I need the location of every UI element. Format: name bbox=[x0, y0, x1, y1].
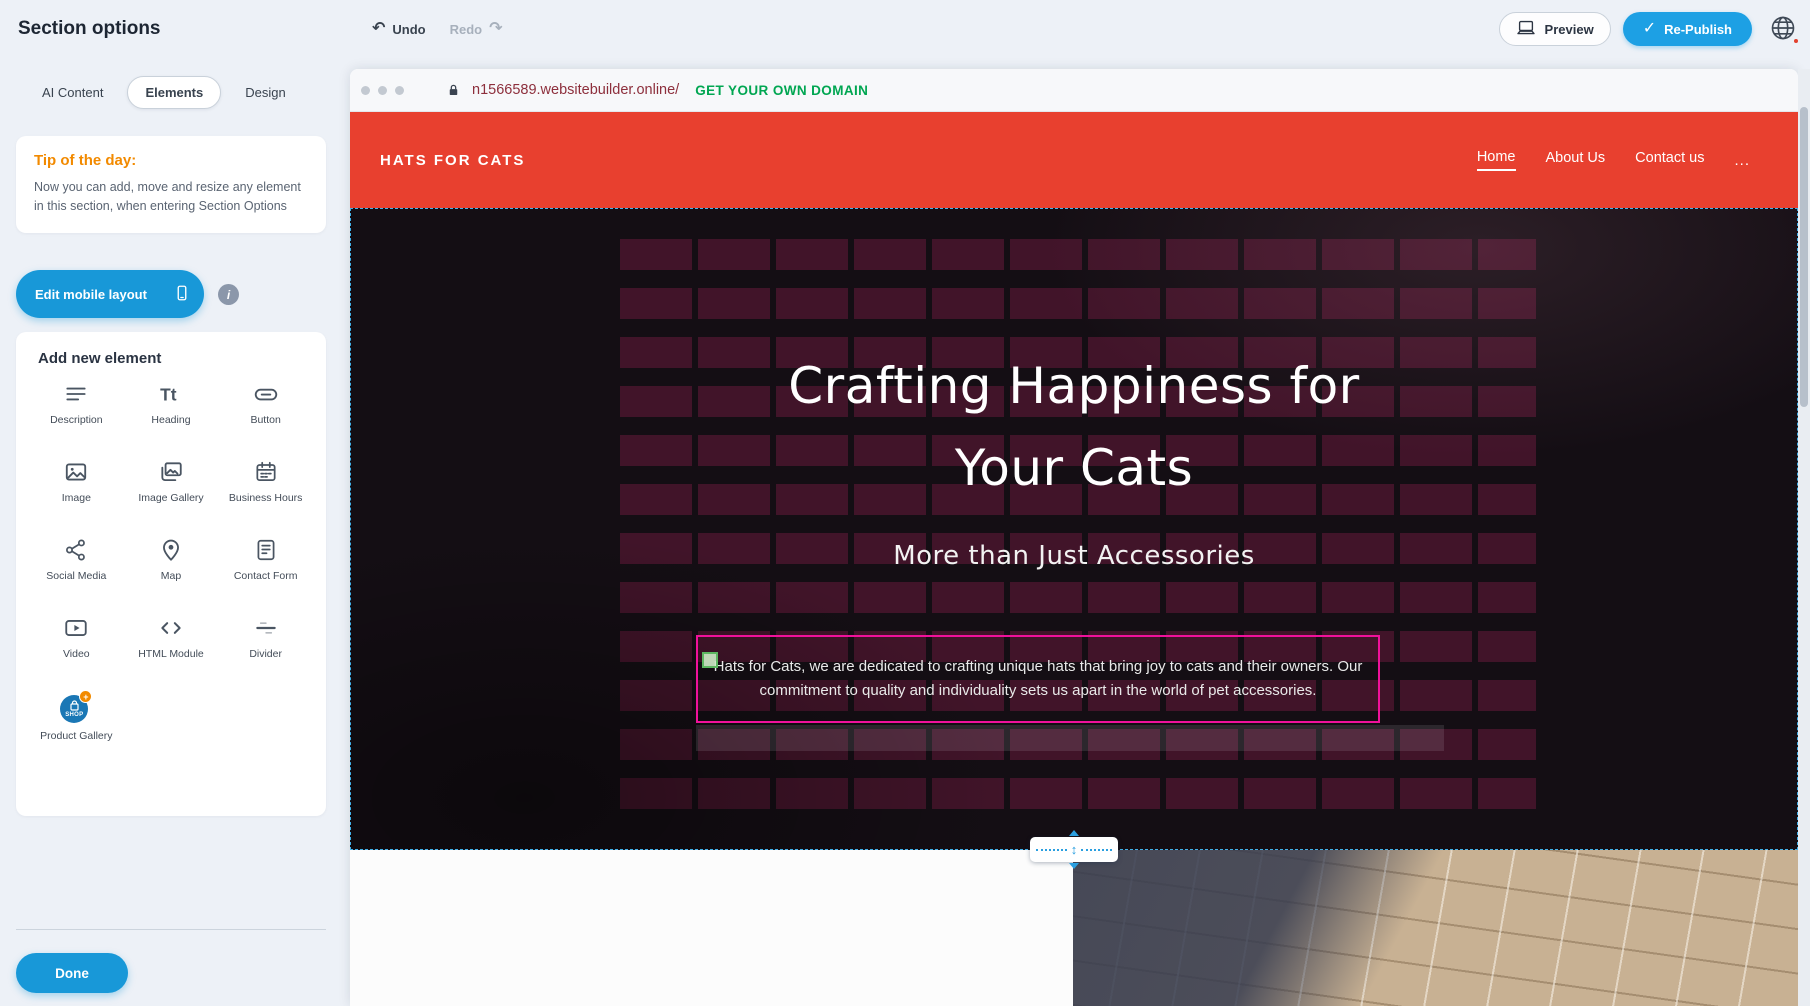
selected-text-element[interactable]: Hats for Cats, we are dedicated to craft… bbox=[696, 635, 1380, 723]
hero-body-text: Hats for Cats, we are dedicated to craft… bbox=[698, 655, 1378, 703]
map-pin-icon bbox=[158, 537, 184, 563]
hero-title-line1: Crafting Happiness for bbox=[351, 345, 1797, 427]
get-domain-link[interactable]: GET YOUR OWN DOMAIN bbox=[695, 83, 868, 98]
section-resize-handle[interactable]: ↕ bbox=[1030, 837, 1118, 862]
preview-label: Preview bbox=[1545, 22, 1594, 37]
nav-more-menu[interactable]: ... bbox=[1734, 152, 1750, 169]
sidebar: AI Content Elements Design Tip of the da… bbox=[0, 58, 350, 1006]
preview-button[interactable]: Preview bbox=[1499, 12, 1611, 46]
dotted-line bbox=[1081, 849, 1112, 851]
sidebar-divider bbox=[16, 929, 326, 930]
element-divider[interactable]: Divider bbox=[219, 615, 312, 677]
page-scrollbar bbox=[1798, 69, 1810, 1006]
element-grid: Description Tt Heading Button bbox=[30, 381, 312, 755]
edit-mobile-label: Edit mobile layout bbox=[35, 287, 147, 302]
element-html-module[interactable]: HTML Module bbox=[125, 615, 218, 677]
edit-mobile-layout-button[interactable]: Edit mobile layout bbox=[16, 270, 204, 318]
site-url[interactable]: n1566589.websitebuilder.online/ bbox=[472, 82, 679, 98]
notification-dot bbox=[1792, 37, 1800, 45]
tip-body: Now you can add, move and resize any ele… bbox=[34, 178, 308, 217]
language-globe-button[interactable] bbox=[1764, 10, 1802, 48]
calendar-icon bbox=[253, 459, 279, 485]
sidebar-tabs: AI Content Elements Design bbox=[32, 76, 296, 109]
element-button[interactable]: Button bbox=[219, 381, 312, 443]
shop-badge-text: SHOP bbox=[65, 712, 83, 718]
element-image[interactable]: Image bbox=[30, 459, 123, 521]
undo-button[interactable]: ↶ Undo bbox=[372, 21, 426, 37]
site-preview-window: n1566589.websitebuilder.online/ GET YOUR… bbox=[350, 69, 1798, 1006]
info-icon[interactable]: i bbox=[218, 284, 239, 305]
element-social-media[interactable]: Social Media bbox=[30, 537, 123, 599]
element-contact-form[interactable]: Contact Form bbox=[219, 537, 312, 599]
tab-design[interactable]: Design bbox=[235, 77, 295, 108]
republish-button[interactable]: ✓ Re-Publish bbox=[1623, 12, 1752, 46]
element-map[interactable]: Map bbox=[125, 537, 218, 599]
dotted-line bbox=[1036, 849, 1067, 851]
tab-elements[interactable]: Elements bbox=[127, 76, 221, 109]
drag-ghost bbox=[696, 725, 1444, 751]
hero-title[interactable]: Crafting Happiness for Your Cats bbox=[351, 345, 1797, 509]
done-button[interactable]: Done bbox=[16, 953, 128, 993]
lock-icon bbox=[446, 82, 461, 98]
description-icon bbox=[63, 381, 89, 407]
button-icon bbox=[253, 381, 279, 407]
video-icon bbox=[63, 615, 89, 641]
topbar: Section options ↶ Undo Redo ↷ Preview ✓ … bbox=[0, 0, 1810, 58]
divider-icon bbox=[253, 615, 279, 641]
heading-icon: Tt bbox=[158, 381, 184, 407]
resize-vertical-icon: ↕ bbox=[1067, 843, 1082, 856]
nav-home[interactable]: Home bbox=[1477, 149, 1516, 171]
scrollbar-thumb[interactable] bbox=[1800, 107, 1808, 407]
topbar-actions: Preview ✓ Re-Publish bbox=[1499, 0, 1802, 58]
site-nav: Home About Us Contact us ... bbox=[1477, 149, 1750, 171]
share-icon bbox=[63, 537, 89, 563]
undo-icon: ↶ bbox=[372, 21, 385, 37]
tab-ai-content[interactable]: AI Content bbox=[32, 77, 113, 108]
hero-section[interactable]: Crafting Happiness for Your Cats More th… bbox=[350, 208, 1798, 850]
redo-icon: ↷ bbox=[489, 21, 502, 37]
undo-label: Undo bbox=[392, 22, 425, 37]
nav-about-us[interactable]: About Us bbox=[1546, 150, 1606, 170]
laptop-icon bbox=[1516, 20, 1536, 39]
element-description[interactable]: Description bbox=[30, 381, 123, 443]
undo-redo-group: ↶ Undo Redo ↷ bbox=[372, 0, 503, 58]
svg-text:Tt: Tt bbox=[160, 385, 177, 405]
pavement-photo[interactable] bbox=[1073, 850, 1798, 1006]
page-title: Section options bbox=[18, 0, 161, 58]
site-logo[interactable]: HATS FOR CATS bbox=[380, 152, 525, 169]
product-gallery-icon: SHOP + bbox=[60, 693, 92, 723]
redo-label: Redo bbox=[450, 22, 483, 37]
site-header: HATS FOR CATS Home About Us Contact us .… bbox=[350, 112, 1798, 208]
element-business-hours[interactable]: Business Hours bbox=[219, 459, 312, 521]
republish-label: Re-Publish bbox=[1664, 22, 1732, 37]
plus-badge-icon: + bbox=[79, 690, 92, 703]
window-controls bbox=[361, 86, 404, 95]
element-drag-handle[interactable] bbox=[702, 652, 718, 668]
add-element-panel: Add new element Description Tt Heading B… bbox=[16, 332, 326, 816]
hero-title-line2: Your Cats bbox=[351, 427, 1797, 509]
tip-of-the-day-card: Tip of the day: Now you can add, move an… bbox=[16, 136, 326, 233]
check-icon: ✓ bbox=[1643, 21, 1656, 37]
nav-contact-us[interactable]: Contact us bbox=[1635, 150, 1704, 170]
form-icon bbox=[253, 537, 279, 563]
element-heading[interactable]: Tt Heading bbox=[125, 381, 218, 443]
redo-button[interactable]: Redo ↷ bbox=[450, 21, 503, 37]
image-icon bbox=[63, 459, 89, 485]
browser-chrome: n1566589.websitebuilder.online/ GET YOUR… bbox=[350, 69, 1798, 112]
add-element-title: Add new element bbox=[30, 350, 312, 367]
image-gallery-icon bbox=[158, 459, 184, 485]
next-section-background bbox=[350, 850, 1073, 1006]
next-section bbox=[350, 850, 1798, 1006]
element-product-gallery[interactable]: SHOP + Product Gallery bbox=[30, 693, 123, 755]
code-icon bbox=[158, 615, 184, 641]
element-image-gallery[interactable]: Image Gallery bbox=[125, 459, 218, 521]
element-video[interactable]: Video bbox=[30, 615, 123, 677]
phone-icon bbox=[173, 282, 191, 307]
tip-title: Tip of the day: bbox=[34, 152, 308, 169]
hero-subtitle[interactable]: More than Just Accessories bbox=[351, 541, 1797, 571]
